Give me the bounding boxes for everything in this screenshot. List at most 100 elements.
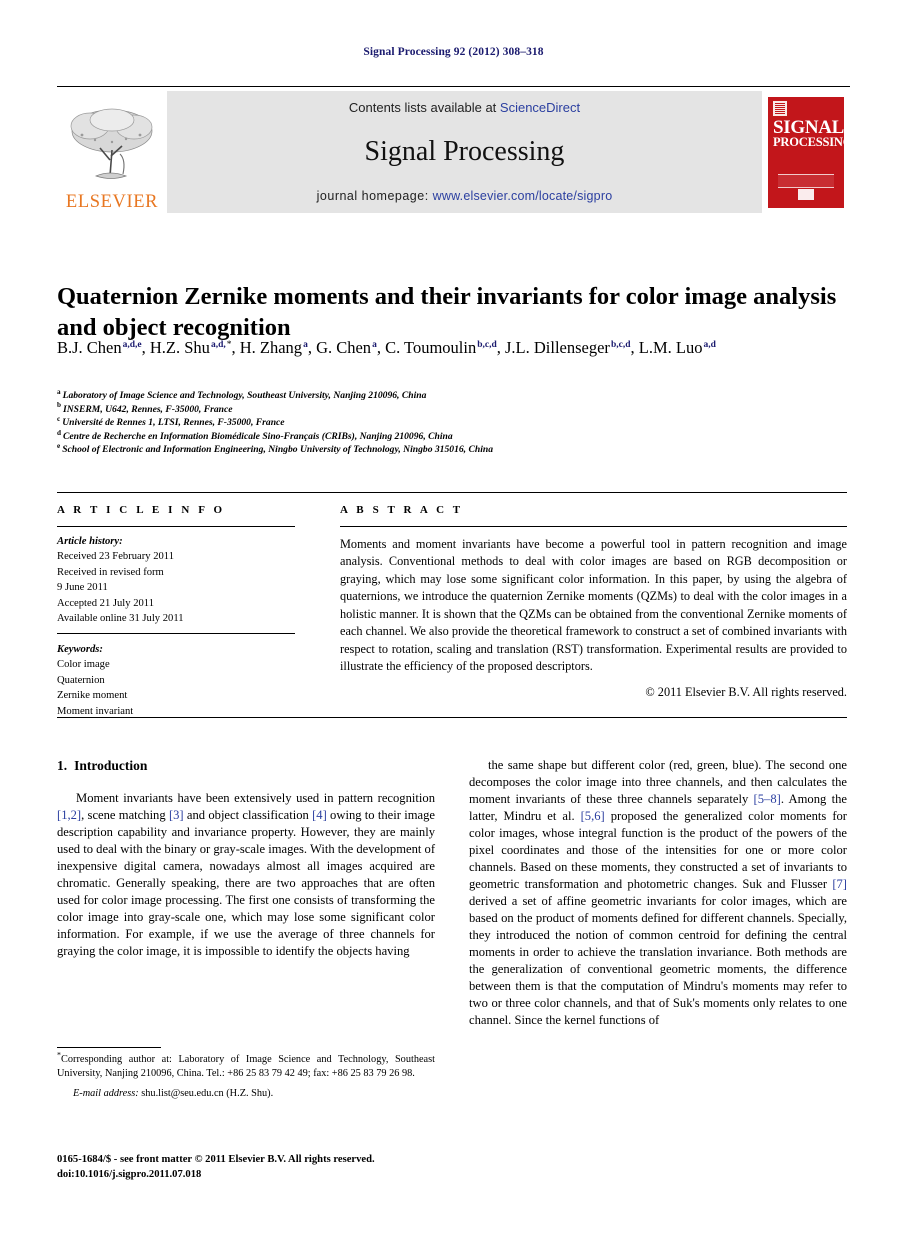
abstract-text: Moments and moment invariants have becom… <box>340 537 847 674</box>
email-value[interactable]: shu.list@seu.edu.cn (H.Z. Shu). <box>141 1088 273 1099</box>
keyword-item: Zernike moment <box>57 690 128 702</box>
cover-emblem-icon <box>773 100 787 116</box>
author-name: C. Toumoulin <box>385 338 477 357</box>
sep-3: , <box>376 338 386 357</box>
homepage-line: journal homepage: www.elsevier.com/locat… <box>317 189 613 203</box>
author-list: B.J. Chena,d,e, H.Z. Shua,d,*, H. Zhanga… <box>57 336 847 359</box>
affiliation-text: School of Electronic and Information Eng… <box>62 444 493 456</box>
issn-block: 0165-1684/$ - see front matter © 2011 El… <box>57 1152 457 1182</box>
keywords-block: Keywords: Color image Quaternion Zernike… <box>57 634 295 719</box>
affiliation-item: e School of Electronic and Information En… <box>57 443 847 457</box>
homepage-prefix: journal homepage: <box>316 189 433 203</box>
citation-link[interactable]: [4] <box>312 808 327 822</box>
abstract-column: A B S T R A C T Moments and moment invar… <box>340 492 847 700</box>
contents-prefix: Contents lists available at <box>348 100 500 115</box>
sep-0: , <box>141 338 150 357</box>
author-1: H.Z. Shua,d,* <box>150 338 232 357</box>
running-head: Signal Processing 92 (2012) 308–318 <box>363 46 544 58</box>
section-title: Introduction <box>74 758 148 773</box>
email-note: E-mail address: shu.list@seu.edu.cn (H.Z… <box>57 1082 435 1101</box>
article-info-heading: A R T I C L E I N F O <box>57 504 226 516</box>
journal-cover-thumbnail: SIGNAL PROCESSING <box>762 91 850 213</box>
journal-name: Signal Processing <box>364 136 565 167</box>
author-name: G. Chen <box>316 338 372 357</box>
author-affil-marks: a,d <box>703 339 716 350</box>
cover-title-line2: PROCESSING <box>773 134 844 149</box>
elsevier-wordmark: ELSEVIER <box>65 191 159 212</box>
history-line: Accepted 21 July 2011 <box>57 597 154 609</box>
article-history-label: Article history: <box>57 536 123 547</box>
homepage-url-link[interactable]: www.elsevier.com/locate/sigpro <box>433 189 613 203</box>
paper-page: Signal Processing 92 (2012) 308–318 ELSE… <box>0 0 907 1238</box>
author-name: B.J. Chen <box>57 338 122 357</box>
sep-2: , <box>307 338 317 357</box>
author-name: J.L. Dillenseger <box>505 338 610 357</box>
author-affil-marks: b,c,d <box>477 339 497 350</box>
author-0: B.J. Chena,d,e <box>57 338 142 357</box>
citation-link[interactable]: [5–8] <box>754 792 781 806</box>
intro-paragraph-right: the same shape but different color (red,… <box>469 758 847 1027</box>
abstract-copyright: © 2011 Elsevier B.V. All rights reserved… <box>645 684 847 699</box>
affiliation-item: a Laboratory of Image Science and Technol… <box>57 388 847 403</box>
citation-link[interactable]: [1,2] <box>57 808 81 822</box>
body-column-right: the same shape but different color (red,… <box>469 757 847 1029</box>
intro-paragraph-left: Moment invariants have been extensively … <box>57 791 436 959</box>
elsevier-logo: ELSEVIER <box>57 91 167 213</box>
band-bottom-divider <box>57 717 847 718</box>
page-title: Quaternion Zernike moments and their inv… <box>57 283 837 341</box>
history-line: Received in revised form <box>57 566 164 578</box>
cover-footer-emblem-icon <box>768 187 844 205</box>
sep-1: , <box>231 338 240 357</box>
corresponding-author-text: Corresponding author at: Laboratory of I… <box>57 1054 435 1080</box>
affiliation-text: Laboratory of Image Science and Technolo… <box>62 390 427 401</box>
affiliation-list: a Laboratory of Image Science and Technol… <box>57 388 847 457</box>
citation-link[interactable]: [7] <box>832 877 847 891</box>
affiliation-item: d Centre de Recherche en Information Biom… <box>57 429 847 444</box>
history-line: 9 June 2011 <box>57 582 108 594</box>
author-3: G. Chena <box>316 338 377 357</box>
author-affil-marks: a,d, <box>210 339 226 350</box>
corresponding-author-note: *Corresponding author at: Laboratory of … <box>57 1051 435 1082</box>
info-abstract-band: A R T I C L E I N F O Article history: R… <box>57 492 847 718</box>
footnote-block: *Corresponding author at: Laboratory of … <box>57 1047 435 1101</box>
email-label: E-mail address: <box>73 1087 139 1099</box>
author-4: C. Toumoulinb,c,d <box>385 338 497 357</box>
abstract-heading: A B S T R A C T <box>340 504 464 516</box>
affiliation-item: c Université de Rennes 1, LTSI, Rennes, F… <box>57 415 847 430</box>
journal-masthead: ELSEVIER Contents lists available at Sci… <box>57 86 850 214</box>
author-name: L.M. Luo <box>638 338 703 357</box>
doi-line[interactable]: doi:10.1016/j.sigpro.2011.07.018 <box>57 1167 457 1182</box>
citation-link[interactable]: [3] <box>169 808 184 822</box>
history-line: Received 23 February 2011 <box>57 551 174 563</box>
journal-banner: Contents lists available at ScienceDirec… <box>167 91 762 213</box>
author-name: H. Zhang <box>239 338 303 357</box>
elsevier-tree-icon <box>70 108 153 179</box>
sep-5: , <box>630 338 639 357</box>
sciencedirect-link[interactable]: ScienceDirect <box>500 100 580 115</box>
author-name: H.Z. Shu <box>149 338 210 357</box>
affiliation-text: INSERM, U642, Rennes, F-35000, France <box>63 403 233 415</box>
author-6: L.M. Luoa,d <box>639 338 716 357</box>
keyword-item: Quaternion <box>57 674 105 686</box>
history-line: Available online 31 July 2011 <box>57 613 184 625</box>
cover-title: SIGNAL PROCESSING <box>773 116 844 149</box>
author-2: H. Zhanga <box>240 338 308 357</box>
author-affil-marks: a,d,e <box>122 339 142 350</box>
sep-4: , <box>496 338 505 357</box>
affiliation-text: Centre de Recherche en Information Biomé… <box>63 430 453 442</box>
affiliation-item: b INSERM, U642, Rennes, F-35000, France <box>57 402 847 417</box>
section-heading-introduction: 1. Introduction <box>57 757 435 775</box>
footnote-rule <box>57 1047 161 1048</box>
cover-subtitle-bar <box>778 173 834 188</box>
article-history-block: Article history: Received 23 February 20… <box>57 527 295 627</box>
contents-line: Contents lists available at ScienceDirec… <box>349 100 580 115</box>
author-5: J.L. Dillensegerb,c,d <box>505 338 630 357</box>
affiliation-text: Université de Rennes 1, LTSI, Rennes, F-… <box>62 417 285 429</box>
keyword-item: Color image <box>57 659 110 671</box>
keywords-label: Keywords: <box>57 643 103 655</box>
author-affil-marks: b,c,d <box>610 339 631 350</box>
article-info-column: A R T I C L E I N F O Article history: R… <box>57 492 295 719</box>
issn-line: 0165-1684/$ - see front matter © 2011 El… <box>57 1154 375 1165</box>
citation-link[interactable]: [5,6] <box>581 809 605 823</box>
cover-title-line1: SIGNAL <box>773 116 844 138</box>
